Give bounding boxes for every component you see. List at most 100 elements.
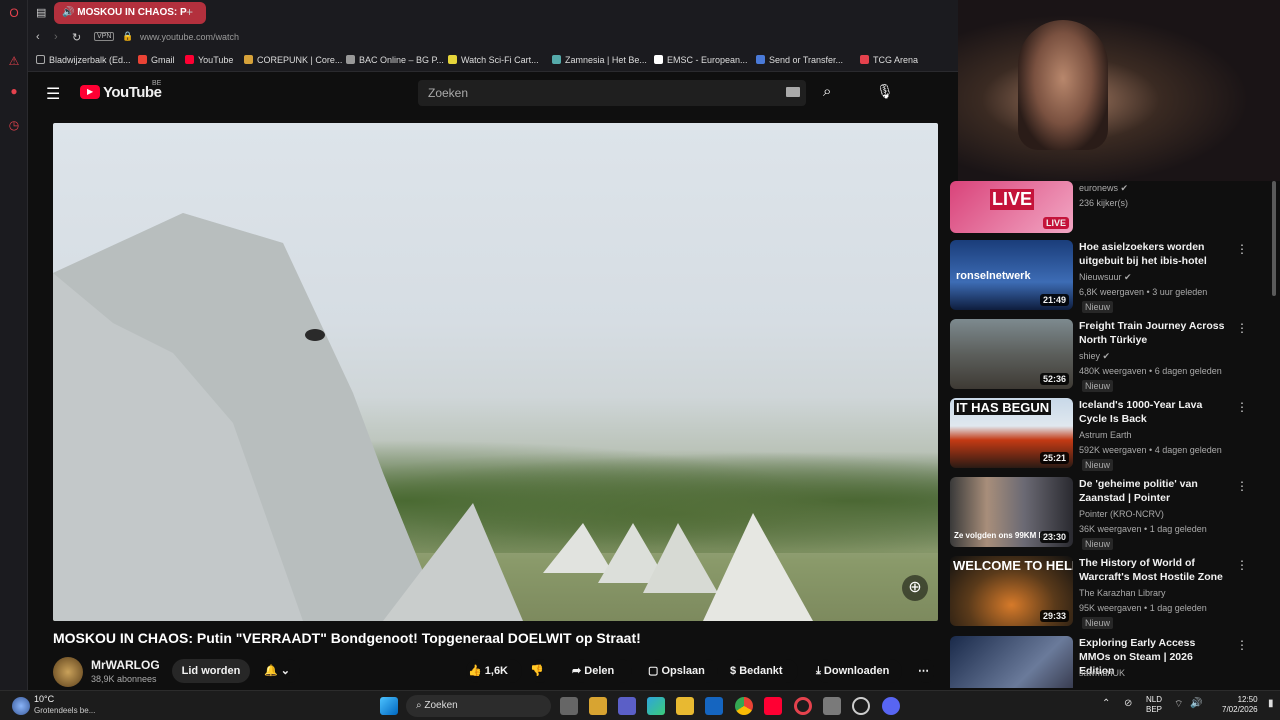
bookmark-item[interactable]: YouTube	[185, 55, 233, 65]
weather-desc[interactable]: Grotendeels be...	[34, 706, 95, 715]
opera-shield-icon[interactable]: ⚠	[7, 54, 21, 68]
new-tab-icon[interactable]: +	[186, 5, 193, 19]
bookmark-item[interactable]: Send or Transfer...	[756, 55, 843, 65]
bookmark-item[interactable]: Gmail	[138, 55, 175, 65]
microphone-icon[interactable]: 🎙	[876, 83, 894, 100]
keyboard-icon[interactable]	[786, 87, 800, 97]
opera-clock-icon[interactable]: ◷	[7, 118, 21, 132]
channel-name[interactable]: euronews ✔	[1079, 183, 1128, 194]
recommendation-card[interactable]: IT HAS BEGUN 25:21 Iceland's 1000-Year L…	[950, 398, 1270, 471]
chevron-up-icon[interactable]: ⌃	[1102, 698, 1110, 709]
recommendation-card[interactable]: Exploring Early Access MMOs on Steam | 2…	[950, 636, 1270, 688]
chrome-icon[interactable]	[735, 697, 753, 715]
channel-avatar[interactable]	[53, 657, 83, 687]
bookmarks-bar: Bladwijzerbalk (Ed... Gmail YouTube CORE…	[28, 50, 960, 72]
scifi-icon	[448, 55, 457, 64]
thanks-button[interactable]: $ Bedankt	[730, 659, 798, 683]
channel-name[interactable]: The Karazhan Library	[1079, 588, 1166, 598]
video-card-title[interactable]: Hoe asielzoekers worden uitgebuit bij he…	[1079, 240, 1229, 268]
menu-icon[interactable]: ☰	[46, 84, 60, 104]
vpn-badge[interactable]: VPN	[94, 32, 115, 41]
windows-start-icon[interactable]	[380, 697, 398, 715]
dislike-button[interactable]: 👎	[530, 659, 550, 683]
channel-name[interactable]: Pointer (KRO-NCRV)	[1079, 509, 1164, 519]
channel-name[interactable]: shiey ✔	[1079, 351, 1110, 362]
bookmark-item[interactable]: BAC Online – BG P...	[346, 55, 444, 65]
store-icon[interactable]	[589, 697, 607, 715]
more-actions-icon[interactable]: ⋯	[918, 659, 934, 683]
search-icon[interactable]: ⌕	[823, 83, 831, 100]
recommendation-card[interactable]: Ze volgden ons 99KM lang 23:30 De 'gehei…	[950, 477, 1270, 550]
defender-icon[interactable]	[705, 697, 723, 715]
teams-icon[interactable]	[618, 697, 636, 715]
notification-icon[interactable]: ▮	[1268, 698, 1274, 709]
forward-icon[interactable]: ›	[54, 31, 58, 43]
kebab-menu-icon[interactable]: ⋮	[1236, 479, 1248, 493]
network-icon[interactable]: ⊘	[1124, 698, 1132, 709]
settings-icon[interactable]	[852, 697, 870, 715]
taskbar-search[interactable]: ⌕ Zoeken	[406, 695, 551, 717]
join-button[interactable]: Lid worden	[172, 659, 250, 683]
volume-icon[interactable]: 🔊	[1190, 698, 1202, 709]
edge-icon[interactable]	[647, 697, 665, 715]
opera-logo-icon[interactable]: O	[7, 6, 21, 20]
url-field[interactable]: www.youtube.com/watch	[140, 32, 239, 42]
thumbnail[interactable]: IT HAS BEGUN 25:21	[950, 398, 1073, 468]
recommendation-card[interactable]: ronselnetwerk 21:49 Hoe asielzoekers wor…	[950, 240, 1270, 313]
search-input[interactable]: Zoeken	[418, 80, 806, 106]
kebab-menu-icon[interactable]: ⋮	[1236, 558, 1248, 572]
thumbnail[interactable]: 52:36	[950, 319, 1073, 389]
save-button[interactable]: ▢ Opslaan	[648, 659, 718, 683]
file-explorer-icon[interactable]	[676, 697, 694, 715]
download-button[interactable]: ⤓ Downloaden	[816, 659, 902, 683]
thumbnail[interactable]: Ze volgden ons 99KM lang 23:30	[950, 477, 1073, 547]
tab-menu-icon[interactable]: ▤	[36, 6, 46, 19]
language-indicator[interactable]: NLD BEP	[1146, 695, 1162, 715]
channel-name[interactable]: MrWARLOG	[91, 658, 160, 672]
recommendation-card[interactable]: 52:36 Freight Train Journey Across North…	[950, 319, 1270, 392]
calculator-icon[interactable]	[823, 697, 841, 715]
kebab-menu-icon[interactable]: ⋮	[1236, 242, 1248, 256]
kebab-menu-icon[interactable]: ⋮	[1236, 400, 1248, 414]
video-card-title[interactable]: The History of World of Warcraft's Most …	[1079, 556, 1229, 584]
bookmark-item[interactable]: EMSC - European...	[654, 55, 748, 65]
reload-icon[interactable]: ↻	[72, 31, 81, 44]
channel-name[interactable]: Astrum Earth	[1079, 430, 1132, 440]
crosshair-icon[interactable]: ⊕	[902, 575, 928, 601]
scrollbar-thumb[interactable]	[1272, 181, 1276, 296]
kebab-menu-icon[interactable]: ⋮	[1236, 638, 1248, 652]
video-card-title[interactable]: Freight Train Journey Across North Türki…	[1079, 319, 1229, 347]
video-player[interactable]: ⊕	[53, 123, 938, 621]
like-button[interactable]: 👍 1,6K	[466, 659, 522, 683]
bookmark-item[interactable]: Bladwijzerbalk (Ed...	[36, 55, 131, 65]
wifi-icon[interactable]: ⌔	[1174, 698, 1183, 711]
opera-icon[interactable]	[794, 697, 812, 715]
clock[interactable]: 12:50 7/02/2026	[1222, 695, 1258, 715]
weather-icon[interactable]	[12, 697, 30, 715]
bookmark-item[interactable]: COREPUNK | Core...	[244, 55, 342, 65]
video-card-title[interactable]: De 'geheime politie' van Zaanstad | Poin…	[1079, 477, 1229, 505]
weather-temp[interactable]: 10°C	[34, 694, 54, 704]
bookmark-item[interactable]: Watch Sci-Fi Cart...	[448, 55, 539, 65]
youtube-app-icon[interactable]	[764, 697, 782, 715]
discord-icon[interactable]	[882, 697, 900, 715]
channel-name[interactable]: Nieuwsuur ✔	[1079, 272, 1132, 283]
bookmark-item[interactable]: TCG Arena	[860, 55, 918, 65]
video-card-title[interactable]: Iceland's 1000-Year Lava Cycle Is Back	[1079, 398, 1229, 426]
recommendation-card[interactable]: WELCOME TO HELL 29:33 The History of Wor…	[950, 556, 1270, 629]
active-tab[interactable]: 🔊 MOSKOU IN CHAOS: P	[54, 2, 206, 24]
lock-icon[interactable]: 🔒	[122, 31, 133, 42]
thumbnail[interactable]: WELCOME TO HELL 29:33	[950, 556, 1073, 626]
opera-record-icon[interactable]: ●	[7, 84, 21, 98]
share-button[interactable]: ➦ Delen	[572, 659, 632, 683]
channel-name[interactable]: sawmanUK	[1079, 668, 1125, 678]
bookmark-item[interactable]: Zamnesia | Het Be...	[552, 55, 647, 65]
task-view-icon[interactable]	[560, 697, 578, 715]
thumbnail[interactable]: ronselnetwerk 21:49	[950, 240, 1073, 310]
thumbnail[interactable]	[950, 636, 1073, 688]
notification-bell-button[interactable]: 🔔 ⌄	[260, 659, 300, 683]
back-icon[interactable]: ‹	[36, 31, 40, 43]
thumbnail[interactable]: LIVE LIVE	[950, 181, 1073, 233]
youtube-logo-icon[interactable]: ▶	[80, 85, 100, 99]
kebab-menu-icon[interactable]: ⋮	[1236, 321, 1248, 335]
